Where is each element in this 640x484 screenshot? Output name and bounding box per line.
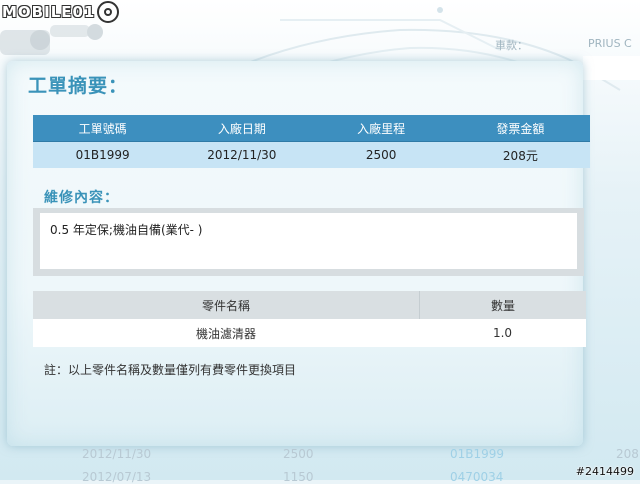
- order-number: 01B1999: [75, 148, 130, 162]
- part-quantity: 1.0: [492, 326, 513, 340]
- repair-content-box: 0.5 年定保;機油自備(業代- ): [40, 213, 577, 269]
- bg-row-mileage: 2500: [283, 447, 314, 461]
- part-name: 機油濾清器: [195, 326, 256, 341]
- work-order-header: 工單號碼 入廠日期 入廠里程 發票金額: [33, 115, 590, 142]
- logo-text: MOBILE01: [2, 3, 96, 21]
- repair-content-title: 維修內容：: [44, 190, 119, 206]
- mileage: 2500: [365, 148, 397, 162]
- logo-badge-icon: [97, 1, 120, 23]
- table-row: 機油濾清器 1.0: [33, 319, 586, 347]
- parts-table: 零件名稱 數量 機油濾清器 1.0: [33, 291, 586, 347]
- bg-row-mileage-2: 1150: [283, 470, 314, 484]
- bg-row-amount: 208: [616, 447, 639, 461]
- header-order-number: 工單號碼: [78, 121, 127, 136]
- header-part-name: 零件名稱: [33, 291, 420, 319]
- bg-row-order-link[interactable]: 01B1999: [450, 447, 504, 461]
- header-quantity: 數量: [490, 298, 515, 313]
- entry-date: 2012/11/30: [207, 148, 277, 162]
- top-right-panel: [583, 56, 640, 80]
- bg-row-date-2: 2012/07/13: [82, 470, 152, 484]
- car-model-value: PRIUS C: [588, 37, 632, 50]
- invoice-amount: 208元: [502, 148, 538, 163]
- mobile01-logo[interactable]: MOBILE01: [2, 1, 120, 23]
- car-model-label: 車款：: [495, 39, 528, 52]
- header-invoice-amount: 發票金額: [496, 121, 545, 136]
- work-order-table: 工單號碼 入廠日期 入廠里程 發票金額 01B1999 2012/11/30 2…: [33, 115, 590, 168]
- parts-header: 零件名稱 數量: [33, 291, 586, 319]
- header-entry-date: 入廠日期: [217, 121, 266, 136]
- parts-note: 註：以上零件名稱及數量僅列有費零件更換項目: [44, 363, 297, 377]
- table-row: 01B1999 2012/11/30 2500 208元: [33, 142, 590, 168]
- bg-row-order-link-2[interactable]: 0470034: [450, 470, 503, 484]
- watermark-text: #2414499: [575, 465, 634, 478]
- header-mileage: 入廠里程: [357, 121, 406, 136]
- bg-row-date: 2012/11/30: [82, 447, 152, 461]
- summary-title: 工單摘要：: [28, 75, 129, 97]
